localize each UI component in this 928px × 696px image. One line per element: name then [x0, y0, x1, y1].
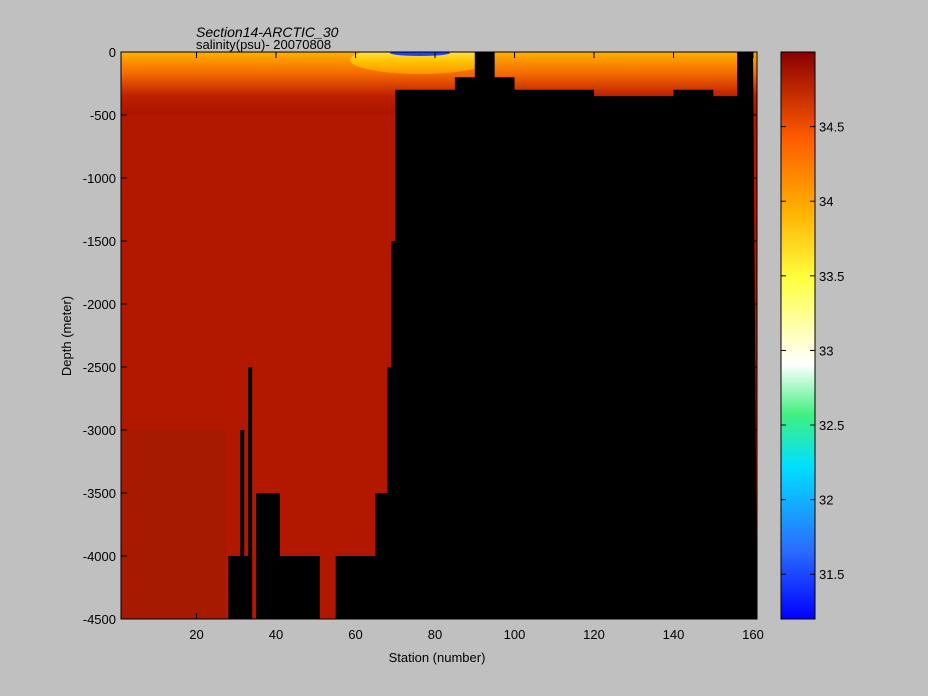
x-tick-label: 60 — [348, 627, 362, 642]
x-tick-label: 40 — [269, 627, 283, 642]
x-tick-label: 20 — [189, 627, 203, 642]
colorbar-tick-label: 33.5 — [819, 269, 844, 284]
y-tick-label: -2000 — [83, 297, 116, 312]
x-tick-label: 140 — [663, 627, 685, 642]
chart-figure: Section14-ARCTIC_30 salinity(psu)- 20070… — [0, 0, 928, 696]
colorbar-tick-label: 31.5 — [819, 567, 844, 582]
colorbar-tick-label: 32 — [819, 493, 833, 508]
plot-area: 20 40 60 80 100 120 140 160 0 -500 -1000 -1500 -200… — [83, 45, 764, 642]
x-axis-label: Station (number) — [389, 650, 486, 665]
x-tick-label: 80 — [428, 627, 442, 642]
y-tick-label: -3500 — [83, 486, 116, 501]
y-tick-label: -500 — [90, 108, 116, 123]
x-tick-label: 120 — [583, 627, 605, 642]
y-tick-label: 0 — [109, 45, 116, 60]
colorbar-tick-label: 34 — [819, 194, 833, 209]
chart-subtitle: salinity(psu)- 20070808 — [196, 37, 331, 52]
y-tick-label: -3000 — [83, 423, 116, 438]
colorbar-gradient — [781, 52, 815, 619]
colorbar-tick-label: 32.5 — [819, 418, 844, 433]
y-tick-label: -1000 — [83, 171, 116, 186]
colorbar-tick-label: 34.5 — [819, 120, 844, 135]
y-tick-label: -2500 — [83, 360, 116, 375]
x-tick-label: 160 — [742, 627, 764, 642]
deep-water-patch — [121, 430, 226, 619]
x-tick-label: 100 — [504, 627, 526, 642]
y-tick-label: -4000 — [83, 549, 116, 564]
y-axis-label: Depth (meter) — [59, 296, 74, 376]
colorbar-tick-label: 33 — [819, 343, 833, 358]
y-tick-label: -1500 — [83, 234, 116, 249]
y-tick-label: -4500 — [83, 612, 116, 627]
